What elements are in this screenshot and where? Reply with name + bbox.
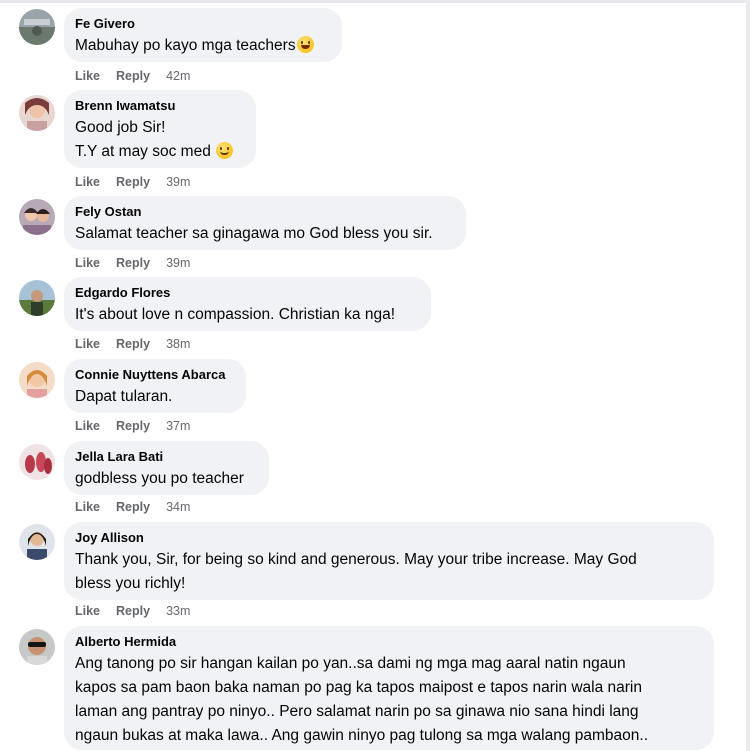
comment-bubble: Jella Lara Bati godbless you po teacher — [64, 441, 269, 495]
comment-bubble: Brenn Iwamatsu Good job Sir! T.Y at may … — [64, 90, 256, 168]
comment-actions: Like Reply 34m — [75, 500, 190, 514]
comment-bubble: Connie Nuyttens Abarca Dapat tularan. — [64, 359, 246, 413]
comment-actions: Like Reply 38m — [75, 337, 190, 351]
reply-button[interactable]: Reply — [116, 175, 150, 189]
comment-text: Ang tanong po sir hangan kailan po yan..… — [75, 655, 649, 744]
like-button[interactable]: Like — [75, 175, 100, 189]
comment-text: Thank you, Sir, for being so kind and ge… — [75, 551, 637, 592]
comment-timestamp[interactable]: 34m — [166, 500, 190, 514]
like-button[interactable]: Like — [75, 419, 100, 433]
grin-emoji-icon — [296, 36, 314, 53]
comment-bubble: Joy Allison Thank you, Sir, for being so… — [64, 522, 714, 600]
comment-text: Good job Sir! T.Y at may soc med — [75, 119, 211, 160]
like-button[interactable]: Like — [75, 604, 100, 618]
comment-author[interactable]: Connie Nuyttens Abarca — [75, 366, 234, 383]
avatar[interactable] — [19, 524, 55, 560]
top-border — [0, 0, 750, 3]
reply-button[interactable]: Reply — [116, 419, 150, 433]
avatar[interactable] — [19, 280, 55, 316]
avatar[interactable] — [19, 362, 55, 398]
avatar[interactable] — [19, 199, 55, 235]
like-button[interactable]: Like — [75, 69, 100, 83]
comment-author[interactable]: Alberto Hermida — [75, 633, 702, 650]
comment-timestamp[interactable]: 38m — [166, 337, 190, 351]
comment-timestamp[interactable]: 39m — [166, 175, 190, 189]
comment-actions: Like Reply 37m — [75, 419, 190, 433]
comment-text: Salamat teacher sa ginagawa mo God bless… — [75, 225, 433, 242]
scrollbar[interactable] — [746, 0, 750, 751]
avatar[interactable] — [19, 95, 55, 131]
comment-timestamp[interactable]: 39m — [166, 256, 190, 270]
comment-timestamp[interactable]: 33m — [166, 604, 190, 618]
comment-text: godbless you po teacher — [75, 470, 244, 487]
comment-timestamp[interactable]: 42m — [166, 69, 190, 83]
comment-bubble: Fe Givero Mabuhay po kayo mga teachers — [64, 8, 342, 62]
avatar[interactable] — [19, 444, 55, 480]
reply-button[interactable]: Reply — [116, 604, 150, 618]
comment-author[interactable]: Fe Givero — [75, 15, 330, 32]
comment-text: It's about love n compassion. Christian … — [75, 306, 396, 323]
reply-button[interactable]: Reply — [116, 337, 150, 351]
comment-author[interactable]: Edgardo Flores — [75, 284, 419, 301]
like-button[interactable]: Like — [75, 500, 100, 514]
comment-author[interactable]: Jella Lara Bati — [75, 448, 257, 465]
reply-button[interactable]: Reply — [116, 500, 150, 514]
comment-text: Dapat tularan. — [75, 388, 173, 405]
comment-actions: Like Reply 39m — [75, 256, 190, 270]
comment-bubble: Edgardo Flores It's about love n compass… — [64, 277, 431, 331]
avatar[interactable] — [19, 629, 55, 665]
comment-author[interactable]: Brenn Iwamatsu — [75, 97, 244, 114]
comment-actions: Like Reply 39m — [75, 175, 190, 189]
comment-timestamp[interactable]: 37m — [166, 419, 190, 433]
comment-actions: Like Reply 33m — [75, 604, 190, 618]
comment-bubble: Fely Ostan Salamat teacher sa ginagawa m… — [64, 196, 466, 250]
smile-emoji-icon — [216, 142, 234, 159]
like-button[interactable]: Like — [75, 337, 100, 351]
reply-button[interactable]: Reply — [116, 256, 150, 270]
comment-bubble: Alberto Hermida Ang tanong po sir hangan… — [64, 626, 714, 750]
comment-actions: Like Reply 42m — [75, 69, 190, 83]
comment-text: Mabuhay po kayo mga teachers — [75, 37, 296, 54]
comment-author[interactable]: Fely Ostan — [75, 203, 454, 220]
avatar[interactable] — [19, 9, 55, 45]
reply-button[interactable]: Reply — [116, 69, 150, 83]
like-button[interactable]: Like — [75, 256, 100, 270]
comment-author[interactable]: Joy Allison — [75, 529, 702, 546]
